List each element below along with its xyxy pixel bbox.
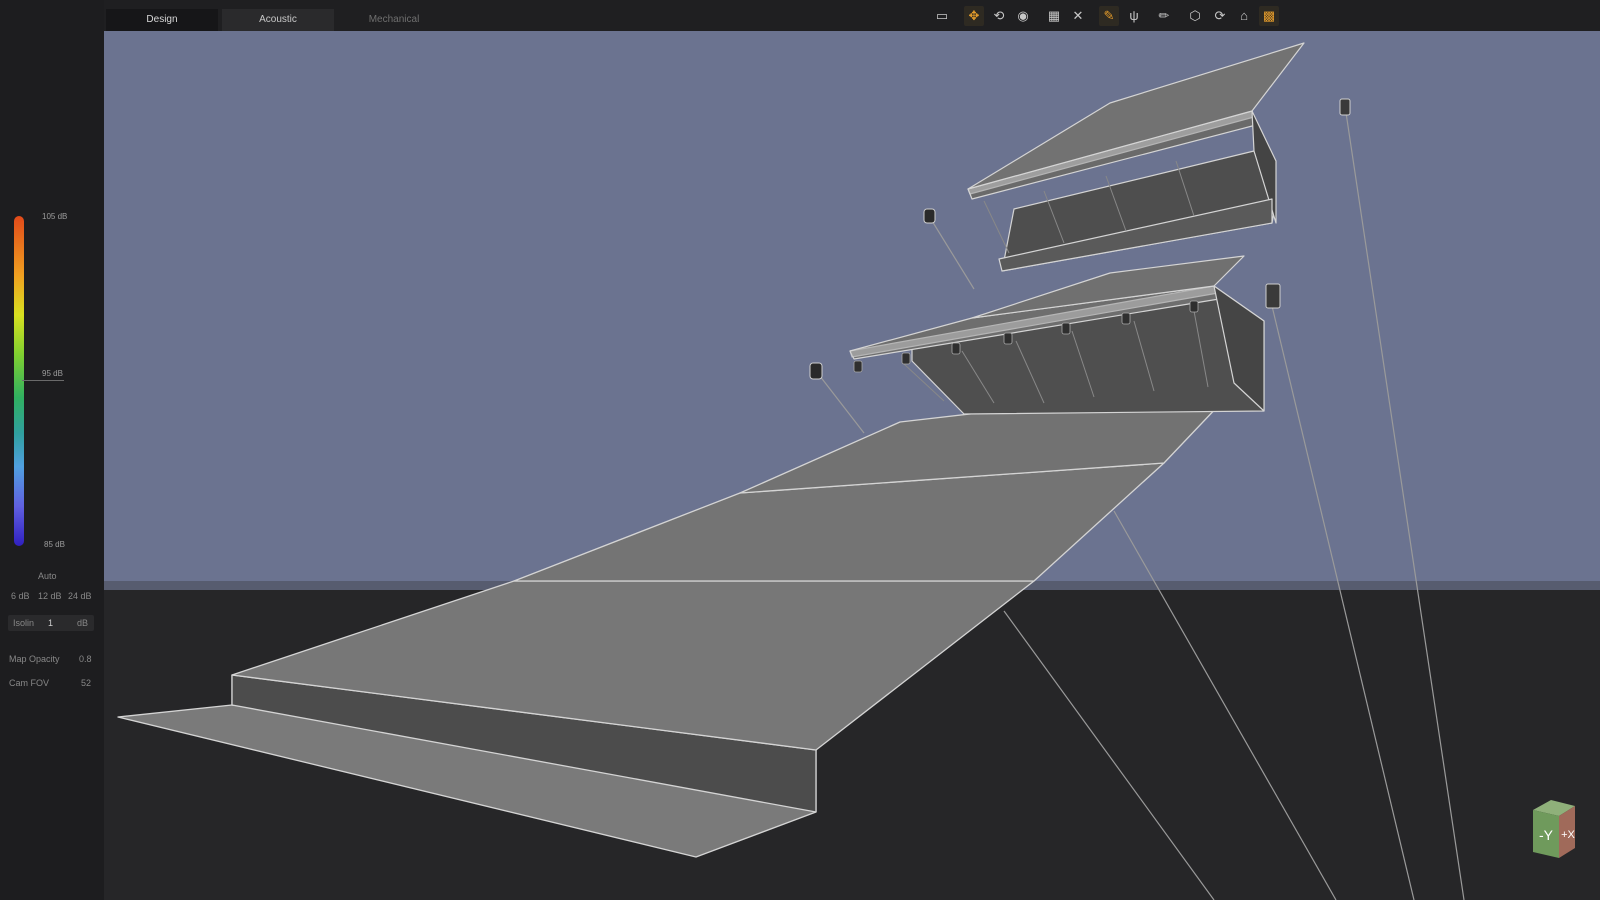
speaker-3[interactable] xyxy=(1265,283,1281,309)
close-x-icon[interactable]: ✕ xyxy=(1068,6,1088,26)
tab-design[interactable]: Design xyxy=(106,9,218,31)
colorbar-mid-label: 95 dB xyxy=(42,369,63,378)
colorbar-step-24[interactable]: 24 dB xyxy=(68,591,92,601)
view-cube-side-label: +X xyxy=(1561,829,1575,841)
pen-icon[interactable]: ✎ xyxy=(1099,6,1119,26)
isoline-value[interactable]: 1 xyxy=(48,618,53,628)
chart-icon[interactable]: ▩ xyxy=(1259,6,1279,26)
scene-canvas[interactable] xyxy=(104,31,1600,900)
rotate-icon[interactable]: ⟲ xyxy=(989,6,1009,26)
home-icon[interactable]: ⌂ xyxy=(1234,6,1254,26)
colorbar-mode-auto[interactable]: Auto xyxy=(38,571,57,581)
move-icon[interactable]: ✥ xyxy=(964,6,984,26)
cam-fov-label: Cam FOV xyxy=(9,678,50,688)
colorbar-step-12[interactable]: 12 dB xyxy=(38,591,62,601)
box-3d-icon[interactable]: ⬡ xyxy=(1185,6,1205,26)
cam-fov-value[interactable]: 52 xyxy=(81,678,91,688)
grid-icon[interactable]: ▦ xyxy=(1044,6,1064,26)
3d-viewport[interactable]: -Y +X xyxy=(104,31,1600,900)
tab-acoustic[interactable]: Acoustic xyxy=(222,9,334,31)
colorbar-min-label: 85 dB xyxy=(44,540,65,549)
color-scale-bar xyxy=(14,216,24,546)
isoline-label: Isolin xyxy=(13,618,35,628)
isoline-field[interactable]: Isolin 1 dB xyxy=(8,615,94,631)
colorbar-max-label: 105 dB xyxy=(42,212,68,221)
map-opacity-value[interactable]: 0.8 xyxy=(79,654,92,664)
speaker-1[interactable] xyxy=(809,362,823,380)
refresh-zoom-icon[interactable]: ⟳ xyxy=(1210,6,1230,26)
speaker-2[interactable] xyxy=(923,208,936,224)
select-icon[interactable]: ▭ xyxy=(932,6,952,26)
tab-mechanical[interactable]: Mechanical xyxy=(338,9,450,31)
globe-icon[interactable]: ◉ xyxy=(1013,6,1033,26)
colorbar-step-6[interactable]: 6 dB xyxy=(11,591,30,601)
view-cube[interactable]: -Y +X xyxy=(1529,796,1593,860)
map-opacity-label: Map Opacity xyxy=(9,654,60,664)
brush-icon[interactable]: ✏ xyxy=(1154,6,1174,26)
fork-icon[interactable]: ψ xyxy=(1124,6,1144,26)
speaker-4[interactable] xyxy=(1339,98,1351,116)
colorbar-mid-tick xyxy=(22,380,64,381)
isoline-unit: dB xyxy=(77,618,89,628)
left-panel: 105 dB 95 dB 85 dB Auto 6 dB 12 dB 24 dB… xyxy=(0,0,104,900)
view-cube-front-label: -Y xyxy=(1539,827,1554,843)
